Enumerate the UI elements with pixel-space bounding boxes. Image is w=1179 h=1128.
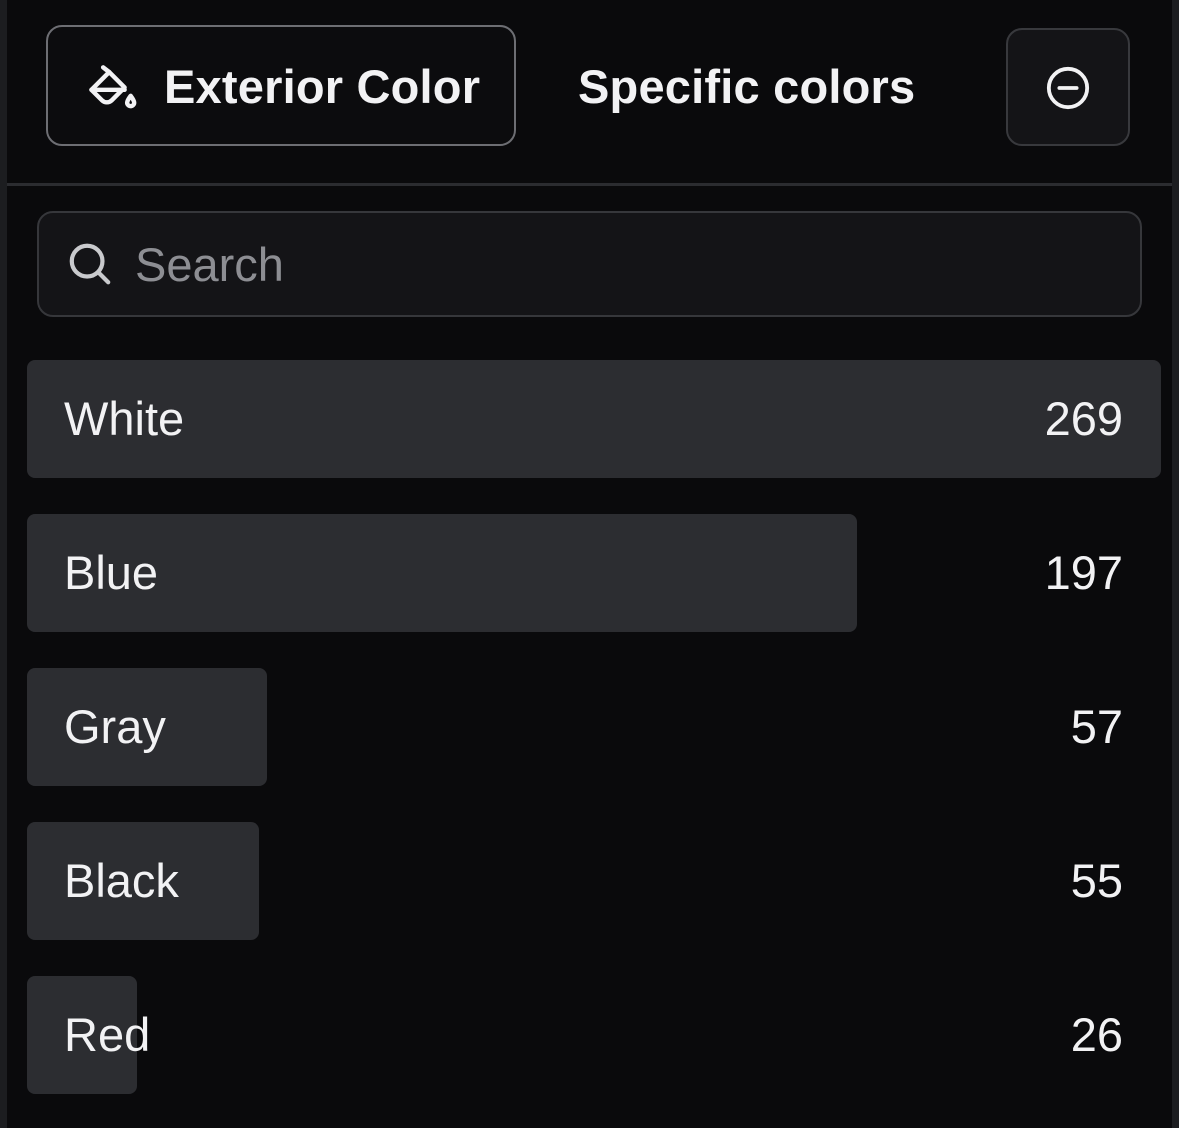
color-option-count: 26: [1070, 1008, 1123, 1061]
color-option-count: 269: [1044, 392, 1123, 445]
color-option-gray[interactable]: Gray 57: [27, 668, 1161, 786]
search-icon: [67, 241, 113, 287]
exterior-color-chip[interactable]: Exterior Color: [46, 25, 516, 146]
color-mode-selector[interactable]: Specific colors: [578, 57, 915, 117]
color-option-label: Blue: [64, 546, 159, 599]
exterior-color-filter-panel: Exterior Color Specific colors White 269…: [0, 0, 1179, 1128]
color-option-label: Red: [64, 1008, 151, 1061]
count-bar: [27, 360, 1161, 478]
search-input[interactable]: [135, 231, 1115, 297]
filter-title: Exterior Color: [164, 60, 481, 113]
color-option-label: White: [64, 392, 185, 445]
color-option-white[interactable]: White 269: [27, 360, 1161, 478]
color-option-count: 57: [1070, 700, 1123, 753]
color-option-label: Gray: [64, 700, 166, 753]
color-option-label: Black: [64, 854, 179, 907]
panel-left-border: [0, 0, 7, 1128]
color-option-blue[interactable]: Blue 197: [27, 514, 1161, 632]
color-option-red[interactable]: Red 26: [27, 976, 1161, 1094]
color-option-count: 197: [1044, 546, 1123, 599]
panel-right-border: [1172, 0, 1179, 1128]
paint-bucket-icon: [84, 59, 140, 115]
header-divider: [7, 183, 1172, 186]
search-box[interactable]: [37, 211, 1142, 317]
color-option-black[interactable]: Black 55: [27, 822, 1161, 940]
color-option-count: 55: [1070, 854, 1123, 907]
remove-filter-button[interactable]: [1006, 28, 1130, 146]
